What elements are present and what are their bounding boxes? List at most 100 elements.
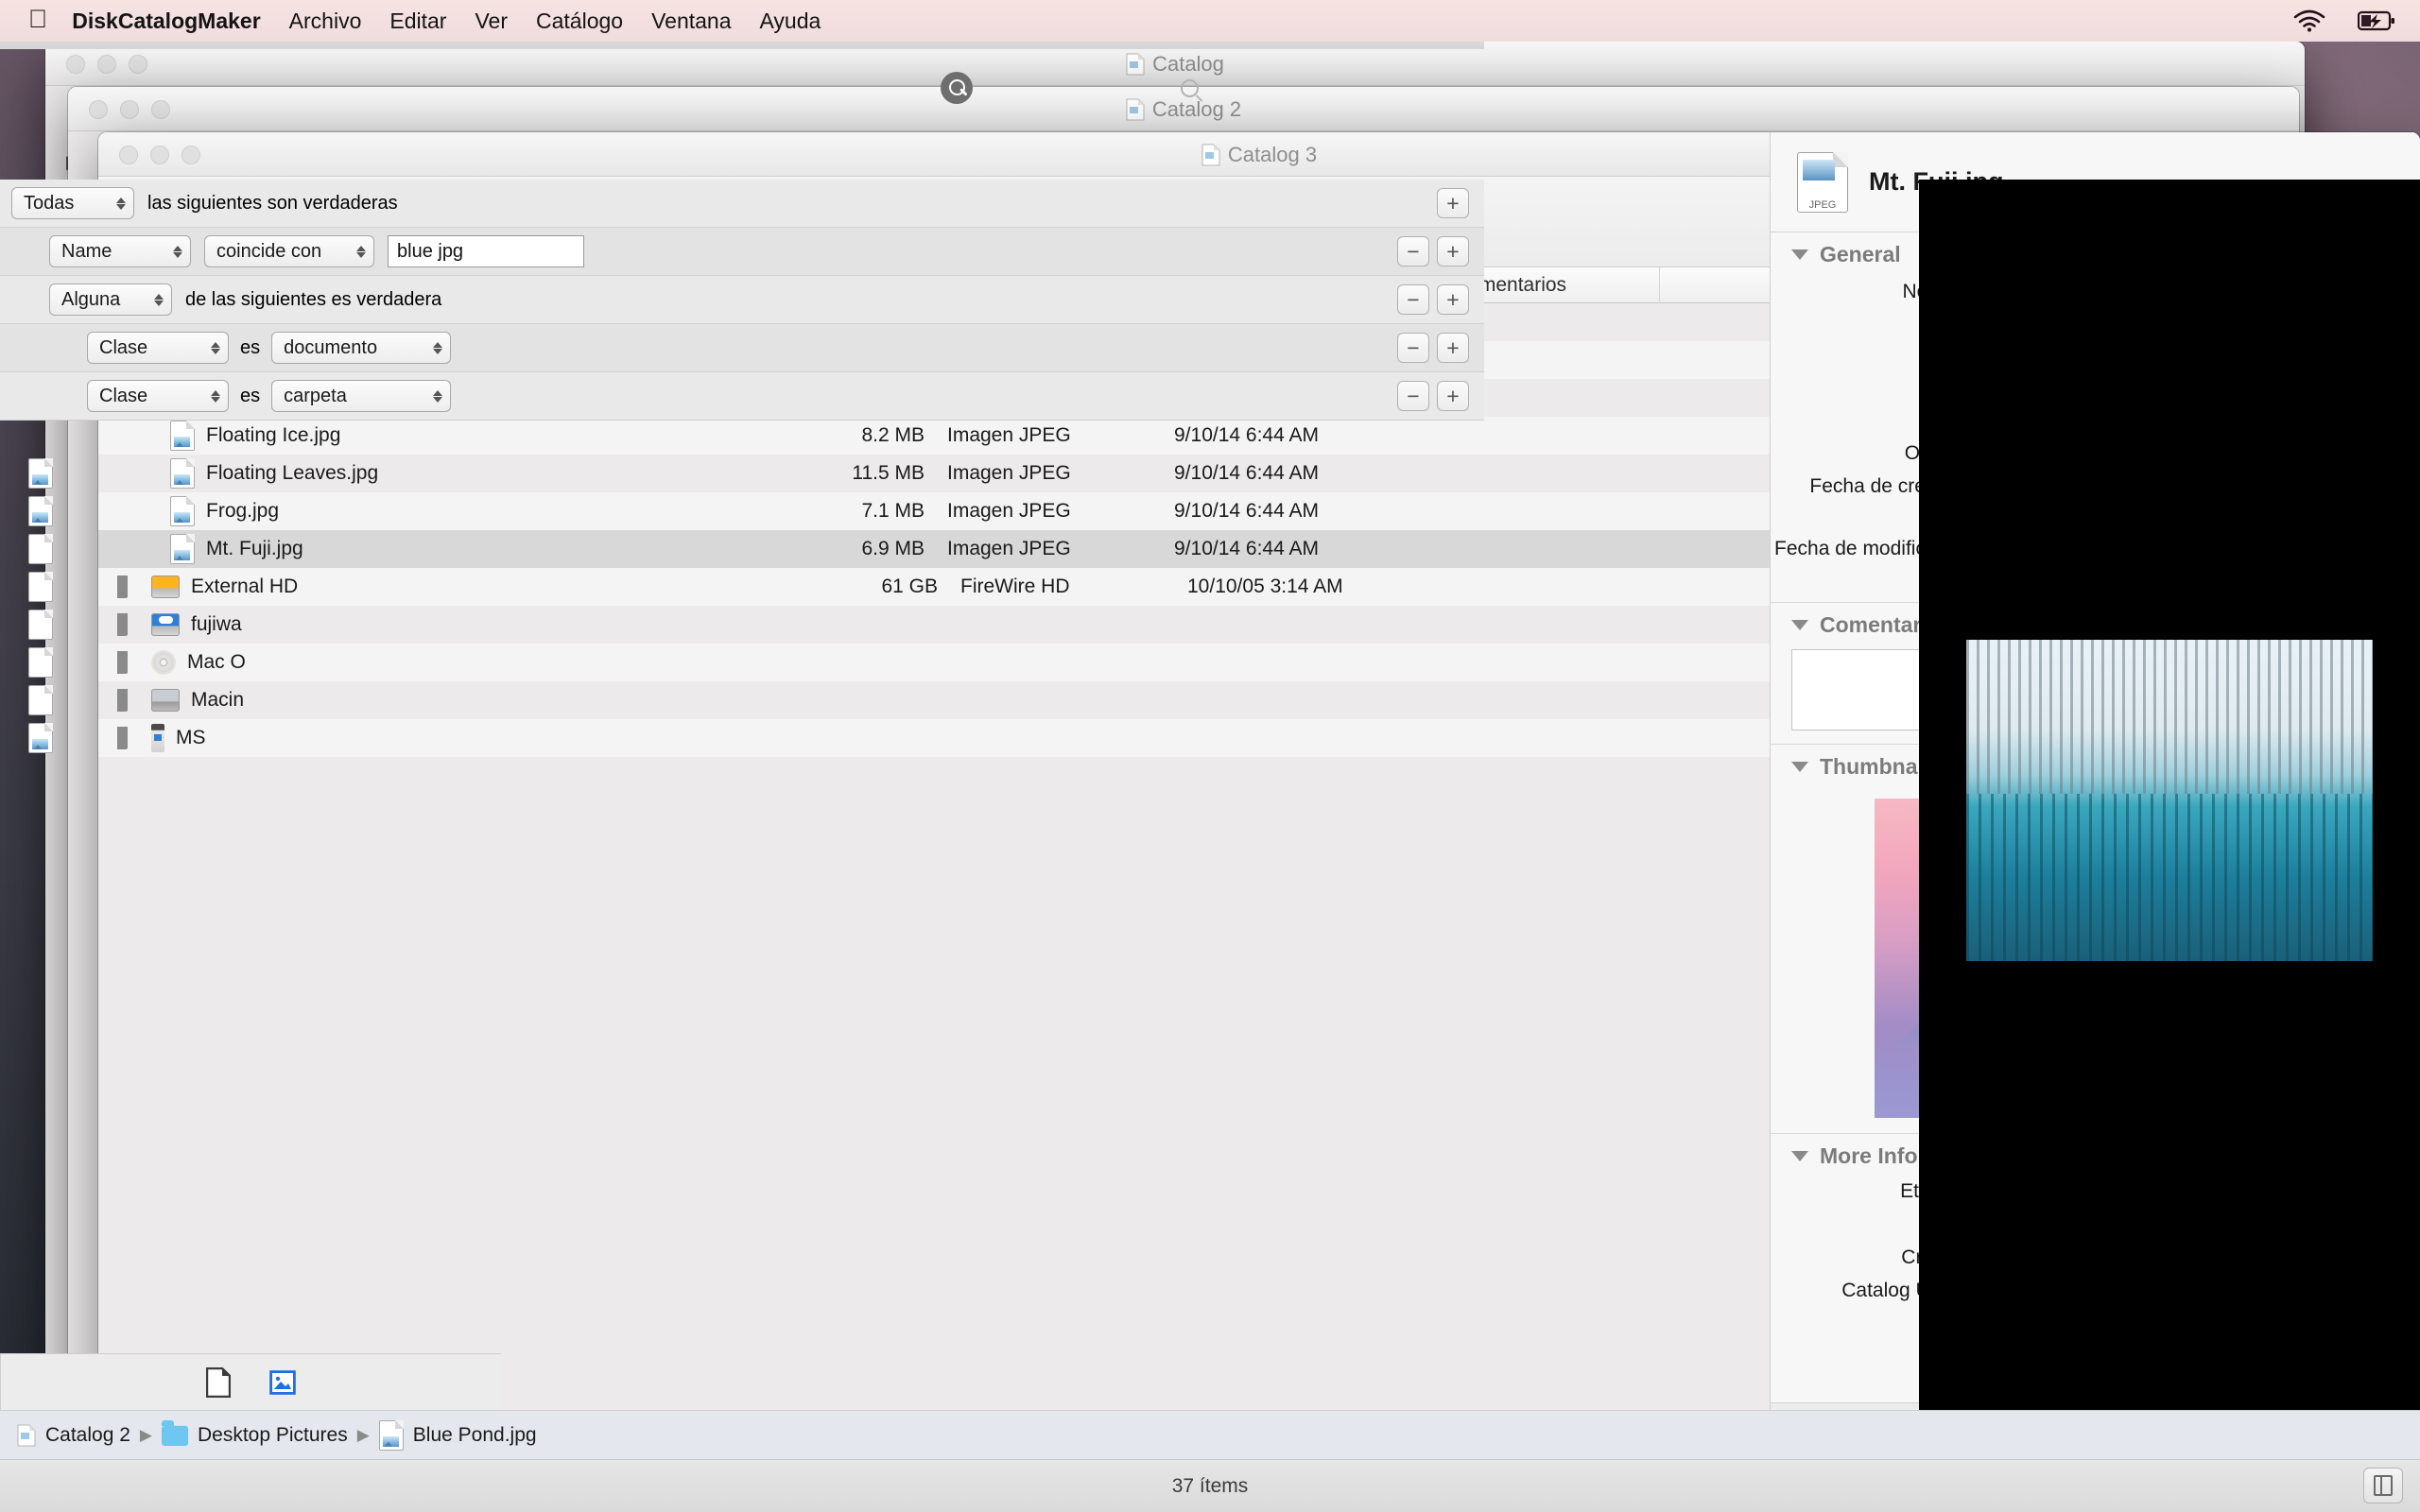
menu-item-ver[interactable]: Ver [475,9,508,34]
table-cell-size: 11.5 MB [852,462,925,484]
table-cell-kind: Imagen JPEG [947,424,1071,446]
criteria-value-popup-value: documento [284,336,378,358]
stepper-icon [211,389,220,403]
criteria-operator-static: es [240,336,261,358]
disclosure-triangle-icon[interactable] [98,613,140,636]
criteria-operator-static: es [240,385,261,406]
disclosure-triangle-icon[interactable] [98,651,140,674]
criteria-operator-popup[interactable]: coincide con [204,235,374,267]
menu-item-editar[interactable]: Editar [389,9,446,34]
cd-icon [151,650,176,675]
battery-charging-icon[interactable] [2358,10,2395,31]
table-cell-kind: FireWire HD [960,576,1070,597]
add-criteria-button[interactable]: + [1437,284,1469,315]
add-criteria-button[interactable]: + [1437,236,1469,266]
disclosure-triangle-icon[interactable] [1791,620,1808,630]
stepper-icon [154,293,164,306]
disclosure-triangle-icon[interactable] [1791,762,1808,772]
table-cell-name: External HD [191,576,299,597]
criteria-match-popup-value: Alguna [61,288,121,310]
section-thumbnail-label: Thumbnail [1820,754,1930,779]
generic-file-icon [28,572,53,602]
search-criteria-row: Clase es carpeta − + [0,372,1484,421]
title-text-catalog-3: Catalog 3 [1227,142,1318,166]
internal-hd-icon [151,689,180,712]
jpeg-file-icon [28,458,53,489]
menu-item-catalogo[interactable]: Catálogo [536,9,623,34]
jpeg-file-icon [170,534,195,564]
table-cell-name: Mt. Fuji.jpg [206,538,303,559]
criteria-field-popup-value: Name [61,240,112,262]
generic-file-icon [28,685,53,715]
menu-item-ayuda[interactable]: Ayuda [760,9,821,34]
remove-criteria-button[interactable]: − [1397,236,1429,266]
menu-item-archivo[interactable]: Archivo [289,9,362,34]
table-cell-name: Frog.jpg [206,500,280,522]
search-criteria-row: Name coincide con blue jpg − + [0,228,1484,276]
stepper-icon [173,245,182,258]
table-cell-date: 9/10/14 6:44 AM [1174,424,1319,446]
jpeg-file-icon [28,496,53,526]
search-icon [1180,78,1199,97]
menu-bar:  DiskCatalogMaker Archivo Editar Ver Ca… [0,0,2420,42]
criteria-value-popup-value: carpeta [284,385,347,406]
table-cell-size: 8.2 MB [861,424,925,446]
criteria-field-popup[interactable]: Clase [87,332,229,364]
table-cell-size: 6.9 MB [861,538,925,559]
table-cell-size: 7.1 MB [861,500,925,522]
disclosure-triangle-icon[interactable] [98,576,140,598]
disclosure-triangle-icon[interactable] [1791,249,1808,260]
table-cell-name: Floating Ice.jpg [206,424,341,446]
table-cell-name: Floating Leaves.jpg [206,462,379,484]
disclosure-triangle-icon[interactable] [98,727,140,749]
add-criteria-button[interactable]: + [1437,333,1469,363]
stepper-icon [116,197,126,210]
catalog-doc-icon [1126,98,1145,120]
stepper-icon [356,245,366,258]
remove-criteria-button[interactable]: − [1397,333,1429,363]
catalog-doc-icon [1201,144,1220,165]
menu-app-name[interactable]: DiskCatalogMaker [72,9,260,34]
criteria-field-popup-value: Clase [99,336,148,358]
table-cell-kind: Imagen JPEG [947,538,1071,559]
criteria-match-popup-value: Todas [24,192,75,214]
jpeg-file-icon [28,723,53,753]
criteria-match-popup[interactable]: Alguna [49,284,172,316]
title-text-catalog-2: Catalog 2 [1151,96,1242,121]
wifi-icon[interactable] [2293,9,2325,32]
search-criteria-row: Alguna de las siguientes es verdadera − + [0,276,1484,324]
generic-file-icon [28,534,53,564]
criteria-value-popup[interactable]: carpeta [271,380,452,412]
remove-criteria-button[interactable]: − [1397,284,1429,315]
criteria-operator-popup-value: coincide con [216,240,322,262]
menu-item-ventana[interactable]: Ventana [651,9,731,34]
apple-menu-icon[interactable]:  [28,6,47,32]
criteria-field-popup[interactable]: Clase [87,380,229,412]
jpeg-file-icon [170,421,195,451]
add-criteria-button[interactable]: + [1437,188,1469,218]
search-criteria-list: Todas las siguientes son verdaderas + Name c… [0,180,1484,421]
table-cell-date: 9/10/14 6:44 AM [1174,462,1319,484]
magnifier-icon [941,72,973,104]
table-cell-date: 9/10/14 6:44 AM [1174,538,1319,559]
table-cell-kind: Imagen JPEG [947,500,1071,522]
table-cell-name: Macin [191,689,245,711]
table-cell-name: MS [176,727,206,748]
network-hd-icon [151,613,180,636]
section-more-info-label: More Info [1820,1143,1918,1168]
stepper-icon [433,341,443,354]
table-cell-date: 10/10/05 3:14 AM [1187,576,1343,597]
add-criteria-button[interactable]: + [1437,381,1469,411]
table-cell-size: 61 GB [881,576,938,597]
criteria-value-popup[interactable]: documento [271,332,452,364]
table-cell-name: Mac O [187,651,246,673]
remove-criteria-button[interactable]: − [1397,381,1429,411]
disclosure-triangle-icon[interactable] [1791,1151,1808,1161]
generic-file-icon [28,647,53,678]
criteria-value-input[interactable]: blue jpg [388,235,584,267]
jpeg-file-icon [170,496,195,526]
criteria-match-popup[interactable]: Todas [11,187,134,219]
disclosure-triangle-icon[interactable] [98,689,140,712]
catalog-doc-icon [1126,53,1145,75]
criteria-field-popup[interactable]: Name [49,235,191,267]
